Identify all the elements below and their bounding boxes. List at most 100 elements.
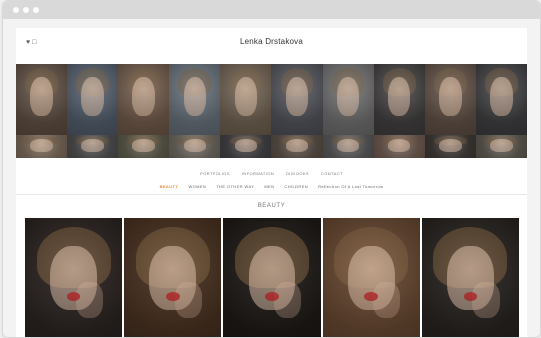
- hero-mosaic: [16, 64, 527, 158]
- face-shape: [490, 138, 513, 152]
- section-divider: [16, 194, 527, 195]
- mosaic-tile[interactable]: [322, 134, 374, 158]
- mosaic-tile[interactable]: [169, 64, 221, 135]
- gallery-photo[interactable]: [223, 218, 321, 337]
- hair-shape: [433, 226, 508, 289]
- primary-nav: PORTFOLIOS INFORMATION DIGIOOKS CONTACT: [16, 171, 527, 176]
- mosaic-tile[interactable]: [475, 64, 527, 135]
- lips-shape: [364, 292, 378, 302]
- subnav-item[interactable]: THE OTHER WAY: [216, 184, 254, 189]
- hair-shape: [235, 226, 309, 289]
- subnav-item[interactable]: BEAUTY: [160, 184, 179, 189]
- hair-shape: [178, 68, 212, 97]
- window-dot[interactable]: [23, 7, 29, 13]
- hair-shape: [485, 68, 518, 97]
- section-title: BEAUTY: [257, 203, 286, 209]
- hair-shape: [178, 135, 212, 146]
- hair-shape: [433, 68, 467, 97]
- hand-shape: [174, 282, 202, 318]
- subnav-item[interactable]: WOMEN: [188, 184, 206, 189]
- mosaic-tile[interactable]: [220, 134, 272, 158]
- secondary-nav: BEAUTY WOMEN THE OTHER WAY MEN CHILDREN Refle…: [16, 184, 527, 189]
- hand-shape: [472, 282, 500, 318]
- face-shape: [336, 138, 360, 152]
- nav-item[interactable]: DIGIOOKS: [286, 171, 309, 176]
- hair-shape: [280, 68, 314, 97]
- lips-shape: [66, 292, 81, 302]
- face-shape: [285, 76, 309, 117]
- browser-viewport: ♥ □ Lenka Drstakova PORTFOLIOS INFORMATIO…: [3, 19, 540, 337]
- face-shape: [439, 76, 462, 117]
- mosaic-tile[interactable]: [16, 64, 68, 135]
- face-shape: [447, 246, 494, 311]
- mosaic-tile[interactable]: [373, 64, 425, 135]
- nav-item[interactable]: CONTACT: [321, 171, 343, 176]
- lips-shape: [463, 292, 478, 302]
- hand-shape: [273, 282, 302, 318]
- face-shape: [81, 138, 104, 152]
- mosaic-tile[interactable]: [16, 134, 68, 158]
- subnav-item[interactable]: Reflection Of A Lost Tomorrow: [318, 184, 383, 189]
- hair-shape: [25, 68, 58, 97]
- mosaic-tile[interactable]: [67, 64, 119, 135]
- face-shape: [30, 76, 53, 117]
- browser-titlebar: [3, 1, 540, 19]
- hair-shape: [485, 135, 518, 146]
- face-shape: [50, 246, 97, 311]
- hair-shape: [36, 226, 111, 289]
- face-shape: [132, 76, 155, 117]
- mosaic-tile[interactable]: [118, 64, 170, 135]
- face-shape: [490, 76, 513, 117]
- lips-shape: [165, 292, 180, 302]
- face-shape: [387, 138, 411, 152]
- face-shape: [234, 76, 258, 117]
- subnav-item[interactable]: CHILDREN: [284, 184, 308, 189]
- site-header: ♥ □ Lenka Drstakova: [16, 28, 527, 62]
- face-shape: [387, 76, 411, 117]
- hair-shape: [331, 135, 365, 146]
- window-dot[interactable]: [33, 7, 39, 13]
- mosaic-tile[interactable]: [118, 134, 170, 158]
- hand-shape: [75, 282, 103, 318]
- hair-shape: [127, 135, 161, 146]
- face-shape: [234, 138, 258, 152]
- subnav-item[interactable]: MEN: [264, 184, 274, 189]
- hair-shape: [135, 226, 210, 289]
- mosaic-tile[interactable]: [169, 134, 221, 158]
- hand-shape: [373, 282, 401, 318]
- hair-shape: [334, 226, 409, 289]
- gallery-photo[interactable]: [322, 218, 420, 337]
- face-shape: [132, 138, 155, 152]
- face-shape: [336, 76, 360, 117]
- web-page: ♥ □ Lenka Drstakova PORTFOLIOS INFORMATIO…: [16, 28, 527, 337]
- mosaic-tile[interactable]: [373, 134, 425, 158]
- gallery-photo[interactable]: [421, 218, 519, 337]
- mosaic-tile[interactable]: [475, 134, 527, 158]
- mosaic-tile[interactable]: [271, 134, 323, 158]
- hair-shape: [382, 135, 416, 146]
- mosaic-tile[interactable]: [220, 64, 272, 135]
- hair-shape: [76, 135, 109, 146]
- face-shape: [248, 246, 296, 311]
- beauty-gallery: [25, 218, 519, 337]
- face-shape: [285, 138, 309, 152]
- lips-shape: [265, 292, 279, 302]
- gallery-photo[interactable]: [25, 218, 123, 337]
- nav-item[interactable]: INFORMATION: [242, 171, 274, 176]
- window-dot[interactable]: [13, 7, 19, 13]
- site-title[interactable]: Lenka Drstakova: [16, 37, 527, 46]
- mosaic-tile[interactable]: [424, 134, 476, 158]
- face-shape: [183, 138, 207, 152]
- face-shape: [81, 76, 104, 117]
- gallery-photo[interactable]: [124, 218, 222, 337]
- mosaic-tile[interactable]: [67, 134, 119, 158]
- face-shape: [439, 138, 462, 152]
- mosaic-tile[interactable]: [271, 64, 323, 135]
- mosaic-tile[interactable]: [322, 64, 374, 135]
- hair-shape: [229, 135, 263, 146]
- nav-item[interactable]: PORTFOLIOS: [200, 171, 230, 176]
- mosaic-tile[interactable]: [424, 64, 476, 135]
- face-shape: [30, 138, 53, 152]
- hair-shape: [76, 68, 109, 97]
- hair-shape: [25, 135, 58, 146]
